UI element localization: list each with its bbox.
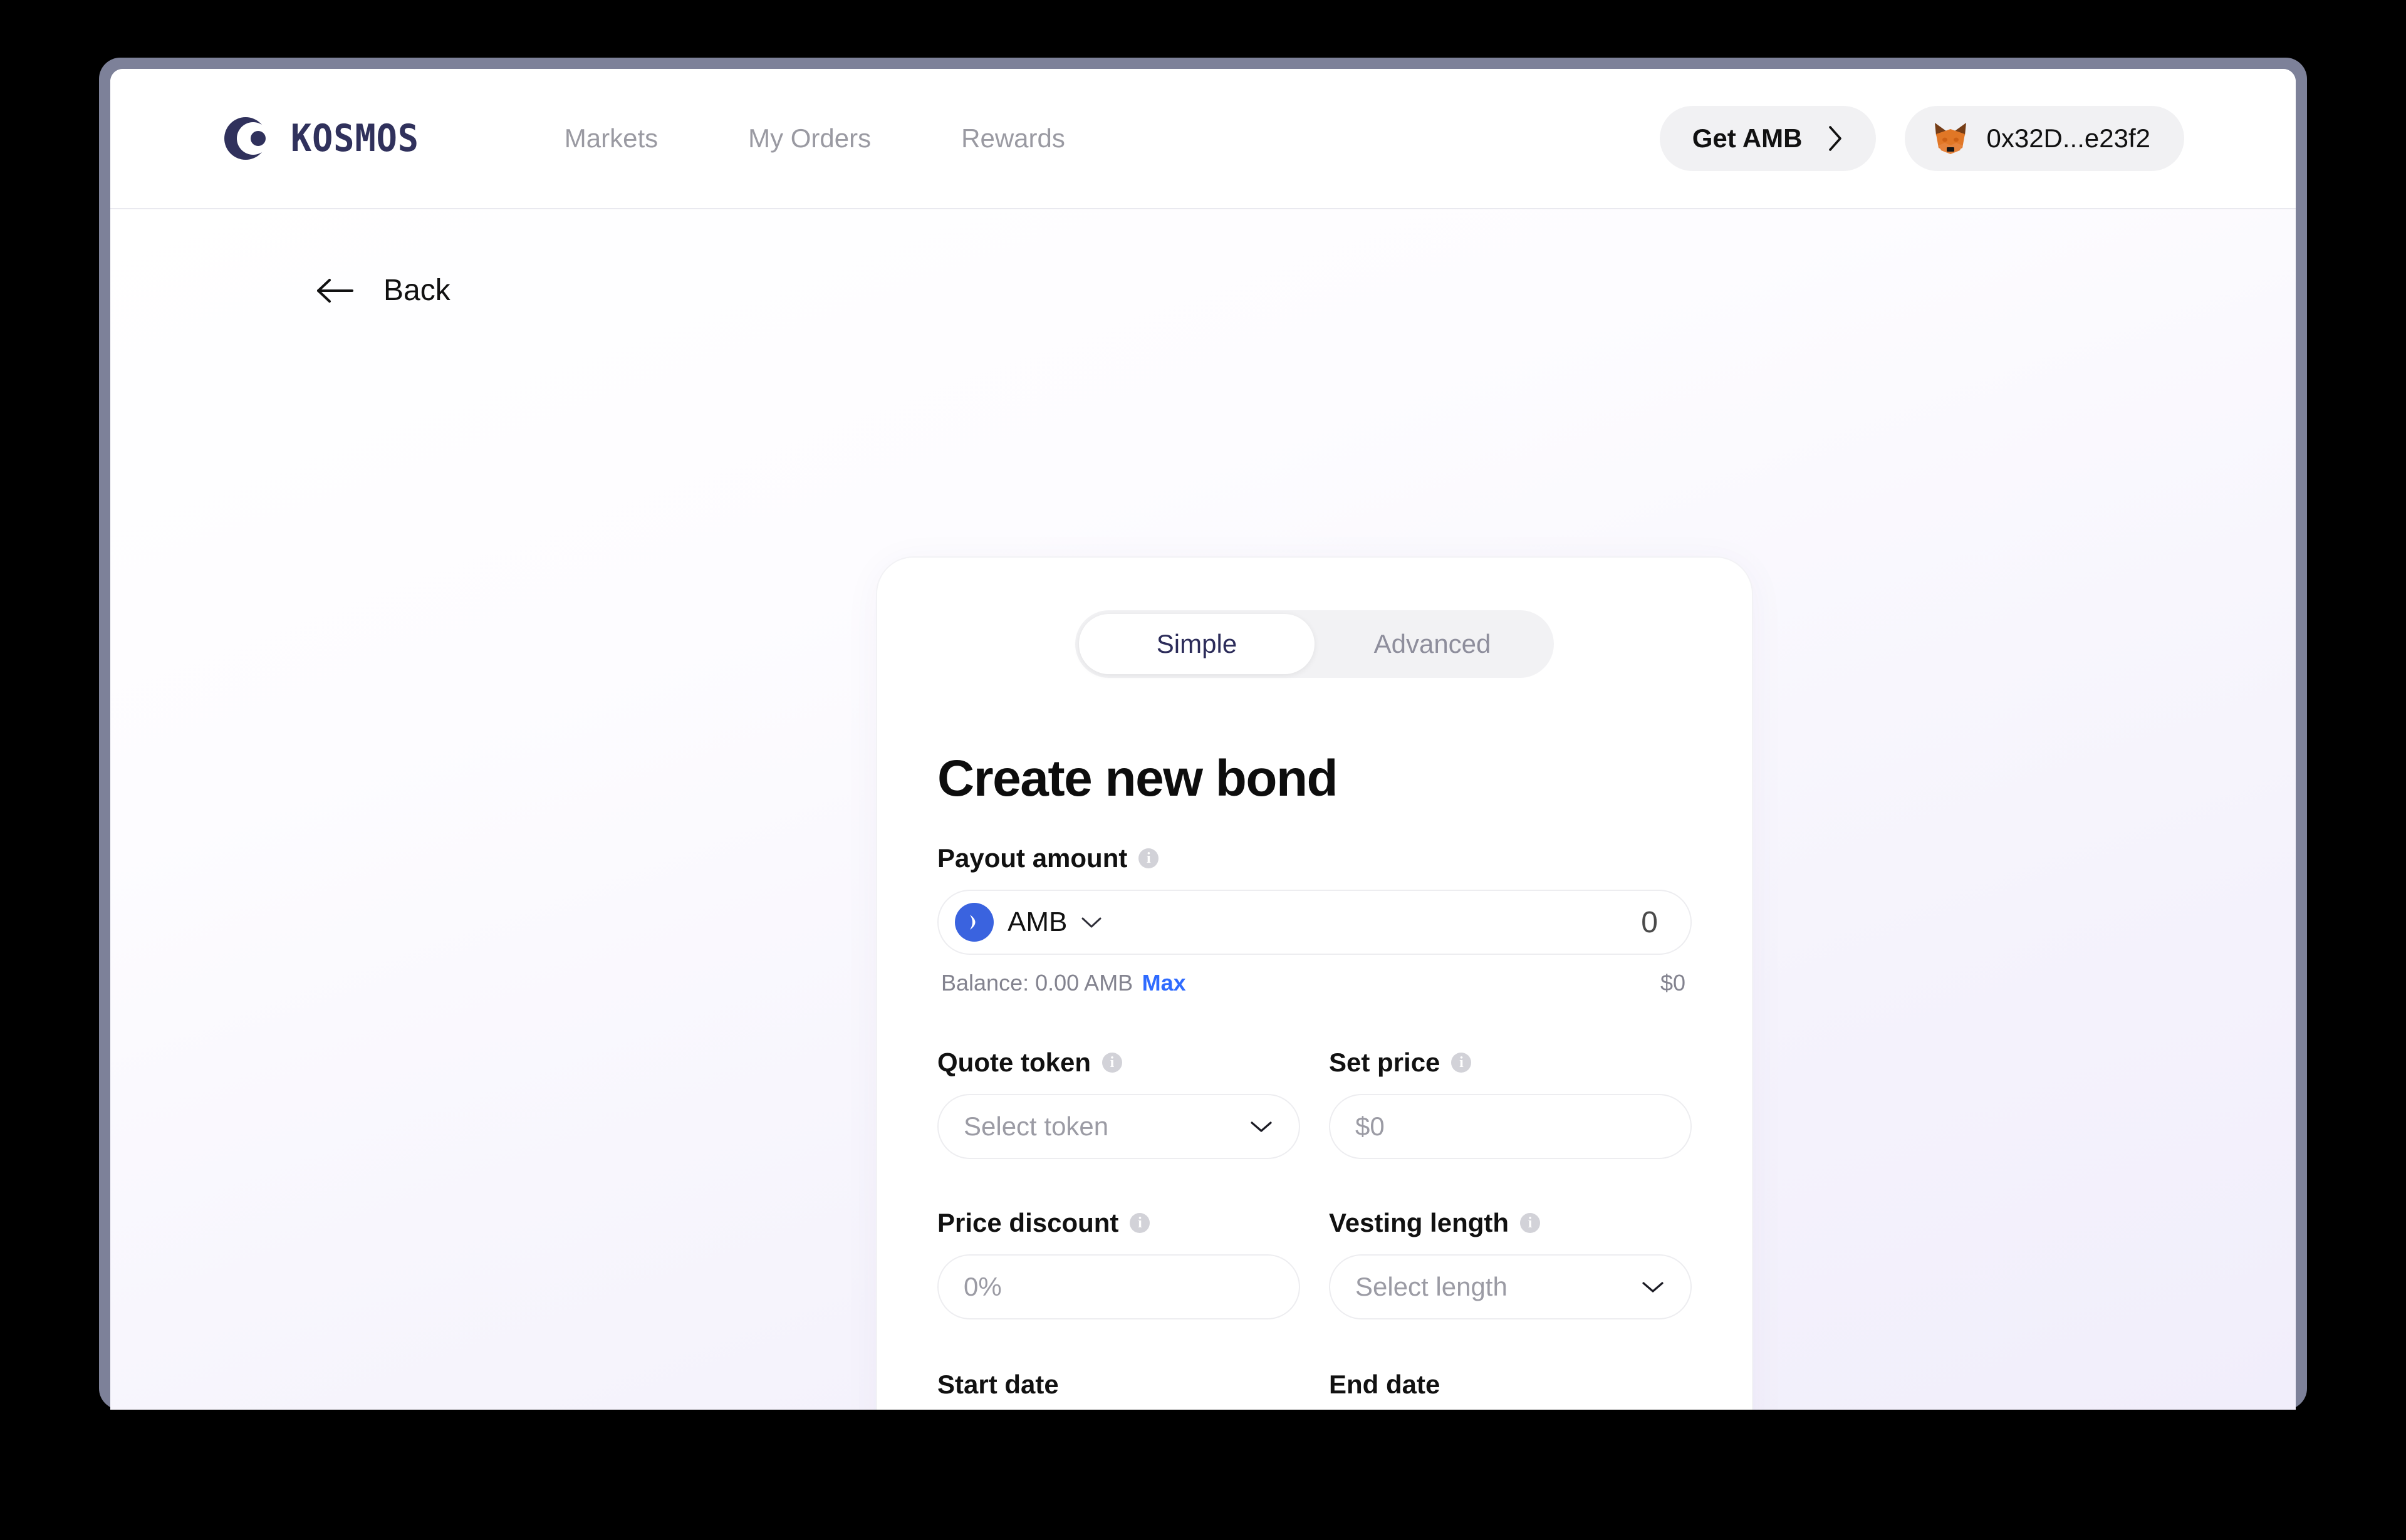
payout-amount-field-block: Payout amount i AMB 0 Balance: 0.00 AMB … [937,843,1692,996]
chevron-down-icon [1081,917,1101,928]
payout-amount-label-row: Payout amount i [937,843,1692,873]
start-date-field-block: Start date 20/06/2024 09:04 [937,1370,1300,1410]
back-button[interactable]: Back [317,209,450,308]
set-price-label: Set price [1329,1048,1440,1077]
payout-amount-input[interactable]: AMB 0 [937,890,1692,955]
price-discount-label-row: Price discount i [937,1208,1300,1238]
end-date-label-row: End date [1329,1370,1692,1400]
info-icon[interactable]: i [1520,1213,1541,1233]
kosmos-crescent-logo-icon [224,117,269,160]
vesting-length-label-row: Vesting length i [1329,1208,1692,1238]
payout-token-symbol: AMB [1008,907,1068,937]
info-icon[interactable]: i [1138,848,1159,868]
main-nav-links: Markets My Orders Rewards [565,123,1065,153]
nav-link-markets[interactable]: Markets [565,123,658,153]
back-label: Back [383,274,450,307]
set-price-placeholder: $0 [1355,1111,1385,1141]
start-date-label-row: Start date [937,1370,1300,1400]
header-actions-group: Get AMB 0x32D...e23f2 [1659,106,2184,171]
discount-vesting-row: Price discount i 0% Vesting length i Sel… [937,1208,1692,1319]
payout-amount-value: 0 [1641,905,1658,939]
payout-amount-label: Payout amount [937,843,1128,873]
top-navigation-bar: KOSMOS Markets My Orders Rewards Get AMB [110,69,2296,209]
chevron-down-icon [1251,1121,1272,1132]
mode-toggle-group: Simple Advanced [1075,610,1554,678]
vesting-length-label: Vesting length [1329,1208,1509,1237]
quote-token-label: Quote token [937,1048,1091,1077]
chevron-right-icon [1829,126,1842,151]
nav-link-my-orders[interactable]: My Orders [748,123,871,153]
price-discount-placeholder: 0% [964,1272,1002,1301]
app-viewport: KOSMOS Markets My Orders Rewards Get AMB [110,69,2296,1410]
tab-simple[interactable]: Simple [1079,614,1315,674]
balance-row: Balance: 0.00 AMB Max $0 [937,970,1692,996]
amb-token-icon [955,903,994,942]
vesting-length-placeholder: Select length [1355,1272,1508,1301]
chevron-down-icon [1642,1282,1664,1293]
nav-link-rewards[interactable]: Rewards [961,123,1065,153]
wallet-address-button[interactable]: 0x32D...e23f2 [1905,106,2184,171]
start-date-label: Start date [937,1370,1059,1399]
price-discount-input[interactable]: 0% [937,1254,1300,1319]
set-price-label-row: Set price i [1329,1048,1692,1078]
end-date-label: End date [1329,1370,1440,1399]
browser-window-frame: KOSMOS Markets My Orders Rewards Get AMB [99,58,2307,1410]
balance-left-group: Balance: 0.00 AMB Max [941,970,1186,996]
balance-text: Balance: 0.00 AMB [941,970,1133,996]
info-icon[interactable]: i [1102,1053,1123,1073]
vesting-length-field-block: Vesting length i Select length [1329,1208,1692,1319]
arrow-left-icon [317,278,353,303]
get-amb-button[interactable]: Get AMB [1659,106,1877,171]
brand-logo-group[interactable]: KOSMOS [222,113,430,164]
vesting-length-select[interactable]: Select length [1329,1254,1692,1319]
quote-token-select[interactable]: Select token [937,1094,1300,1159]
tab-advanced[interactable]: Advanced [1315,614,1550,674]
set-price-input[interactable]: $0 [1329,1094,1692,1159]
page-content-area: Back Simple Advanced Create new bond Pay… [110,209,2296,1410]
price-discount-label: Price discount [937,1208,1119,1237]
metamask-fox-icon [1935,123,1967,154]
get-amb-label: Get AMB [1692,123,1803,153]
quote-token-placeholder: Select token [964,1111,1109,1141]
create-bond-card: Simple Advanced Create new bond Payout a… [876,556,1753,1410]
quote-token-label-row: Quote token i [937,1048,1300,1078]
card-title: Create new bond [937,750,1338,807]
max-button[interactable]: Max [1142,970,1186,996]
end-date-field-block: End date 21/06/2024 09:04 [1329,1370,1692,1410]
payout-usd-value: $0 [1660,970,1685,996]
brand-name-text: KOSMOS [291,117,419,160]
wallet-address-text: 0x32D...e23f2 [1986,123,2150,153]
info-icon[interactable]: i [1451,1053,1472,1073]
quote-price-row: Quote token i Select token Set price i $… [937,1048,1692,1159]
date-range-row: Start date 20/06/2024 09:04 End date 21/… [937,1370,1692,1410]
quote-token-field-block: Quote token i Select token [937,1048,1300,1159]
info-icon[interactable]: i [1130,1213,1150,1233]
set-price-field-block: Set price i $0 [1329,1048,1692,1159]
price-discount-field-block: Price discount i 0% [937,1208,1300,1319]
payout-token-selector[interactable]: AMB [955,903,1102,942]
